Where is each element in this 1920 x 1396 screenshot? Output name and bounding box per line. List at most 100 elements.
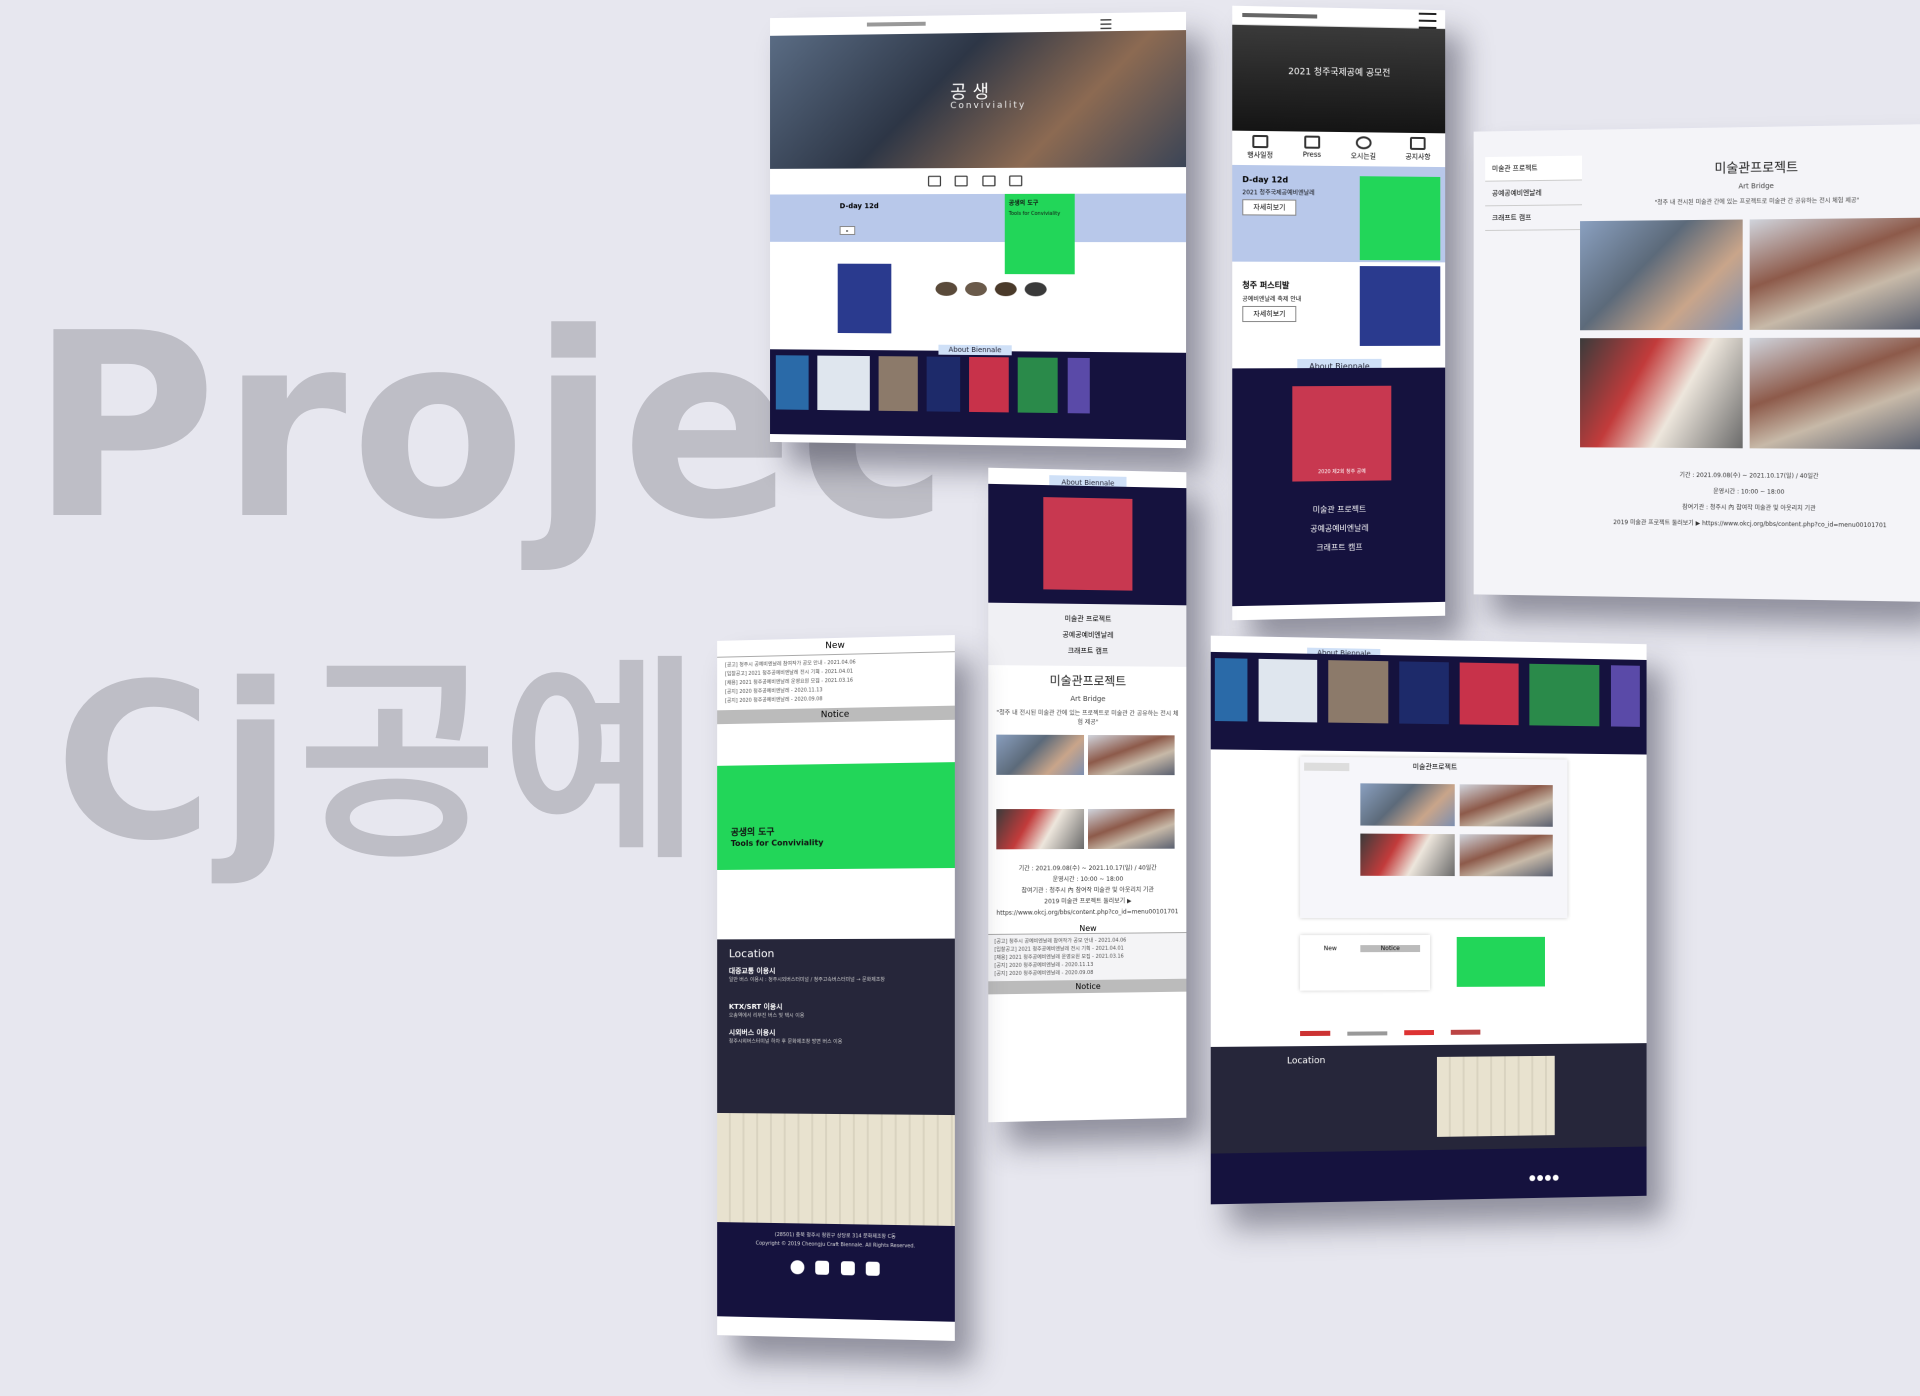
desktop-detail-photo xyxy=(1459,834,1553,877)
desktop-detail-photo xyxy=(1360,783,1455,827)
linkedin-icon[interactable] xyxy=(865,1261,880,1276)
left-loc2-text: 오송역에서 리무진 버스 및 택시 이용 xyxy=(728,1012,805,1019)
detail-photo-4 xyxy=(1749,337,1920,450)
festival-thumb[interactable] xyxy=(935,281,958,296)
carousel-poster[interactable] xyxy=(1328,660,1389,724)
center-link-museum[interactable]: 미술관 프로젝트 xyxy=(988,613,1186,625)
festival-section xyxy=(770,242,1186,339)
center-photos xyxy=(988,734,1186,854)
mobile-link-craft[interactable]: 공예공예비엔날레 xyxy=(1232,521,1445,535)
list-item[interactable]: [공지] 2020 청주공예비엔날레 - 2020.09.08 xyxy=(994,968,1180,978)
carousel-poster[interactable] xyxy=(1610,665,1640,727)
desktop-location-map[interactable] xyxy=(1436,1055,1555,1137)
carousel-poster[interactable] xyxy=(817,355,870,411)
carousel-poster[interactable] xyxy=(775,355,809,410)
festival-poster xyxy=(837,263,892,334)
carousel-poster[interactable] xyxy=(878,356,918,412)
notice-icon xyxy=(1410,136,1426,150)
sidebar-item-camp[interactable]: 크래프트 캠프 xyxy=(1485,205,1582,231)
desktop-detail-photo xyxy=(1459,784,1553,827)
mobile-nav-press[interactable]: Press xyxy=(1302,135,1322,166)
carousel-poster[interactable] xyxy=(1460,662,1519,726)
sidebar-item-craft[interactable]: 공예공예비엔날레 xyxy=(1485,180,1582,207)
youtube-icon[interactable] xyxy=(815,1260,830,1275)
facebook-icon[interactable] xyxy=(790,1260,805,1275)
site-logo xyxy=(866,21,926,27)
carousel-poster[interactable] xyxy=(926,356,961,412)
center-info: 기간 : 2021.09.08(수) ~ 2021.10.17(일) / 40일… xyxy=(988,853,1186,919)
twitter-icon[interactable] xyxy=(1544,1174,1551,1181)
dday-button[interactable]: ▸ xyxy=(839,226,856,235)
desktop-conviviality-banner[interactable] xyxy=(1456,936,1545,987)
detail-info-link[interactable]: 2019 미술관 프로젝트 둘러보기 ▶ https://www.okcj.or… xyxy=(1580,515,1920,535)
desktop-detail-photo xyxy=(1360,833,1455,877)
mobile-link-museum[interactable]: 미술관 프로젝트 xyxy=(1232,503,1445,517)
mobile-poster-section: 2020 제2회 청주 공예 xyxy=(1232,367,1446,492)
hero-banner: 공생 Conviviality xyxy=(770,30,1187,169)
location-icon[interactable] xyxy=(981,175,995,187)
desktop-new-tab[interactable]: New xyxy=(1300,945,1360,952)
center-link-camp[interactable]: 크래프트 캠프 xyxy=(988,645,1186,657)
press-icon[interactable] xyxy=(955,175,969,187)
center-biennale-poster[interactable] xyxy=(1043,497,1133,591)
center-info-venue: 참여기관 : 청주시 內 참여작 미술관 및 아웃리치 기관 xyxy=(1021,886,1154,895)
left-poster-subtitle: Tools for Conviviality xyxy=(730,838,824,849)
notice-icon[interactable] xyxy=(1008,175,1022,187)
mobile-nav-label: 공지사항 xyxy=(1405,152,1431,161)
left-location-map[interactable] xyxy=(717,1112,955,1226)
left-loc2-title: KTX/SRT 이용시 xyxy=(728,1002,783,1011)
calendar-icon[interactable] xyxy=(928,175,942,187)
youtube-icon[interactable] xyxy=(1537,1174,1544,1182)
center-info-link[interactable]: 2019 미술관 프로젝트 둘러보기 ▶ https://www.okcj.or… xyxy=(996,895,1178,918)
mobile-nav-location[interactable]: 오시는길 xyxy=(1351,136,1376,166)
detail-photo-2 xyxy=(1749,217,1920,330)
carousel-poster[interactable] xyxy=(1018,357,1059,414)
festival-thumb[interactable] xyxy=(965,281,987,297)
calendar-icon xyxy=(1252,134,1269,149)
left-conviviality-banner[interactable]: 공생의 도구 Tools for Conviviality xyxy=(717,762,955,870)
facebook-icon[interactable] xyxy=(1529,1175,1536,1182)
desktop-notice-tab[interactable]: Notice xyxy=(1360,945,1421,953)
carousel-poster[interactable] xyxy=(1067,357,1090,414)
about-biennale-pill[interactable]: About Biennale xyxy=(938,344,1012,356)
mobile-biennale-poster[interactable]: 2020 제2회 청주 공예 xyxy=(1292,385,1392,482)
mobile-conviviality-poster xyxy=(1359,176,1441,261)
center-mobile-panel: About Biennale 미술관 프로젝트 공예공예비엔날레 크래프트 캠프… xyxy=(988,467,1187,1123)
carousel-poster[interactable] xyxy=(969,356,1010,413)
mobile-nav-schedule[interactable]: 행사일정 xyxy=(1247,134,1273,165)
mobile-hero-title: 2021 청주국제공예 공모전 xyxy=(1288,67,1391,79)
detail-sidebar: 미술관 프로젝트 공예공예비엔날레 크래프트 캠프 xyxy=(1485,155,1582,231)
center-link-craft[interactable]: 공예공예비엔날레 xyxy=(988,629,1186,641)
mobile-dday-button[interactable]: 자세히보기 xyxy=(1242,199,1297,216)
mobile-nav-label: Press xyxy=(1302,150,1322,159)
carousel-poster[interactable] xyxy=(1214,658,1248,722)
menu-icon[interactable] xyxy=(1100,19,1112,30)
festival-thumb[interactable] xyxy=(995,282,1017,297)
mobile-poster-caption: 2020 제2회 청주 공예 xyxy=(1318,468,1366,476)
center-photo-1 xyxy=(996,734,1085,775)
poster-title: 공생의 도구 xyxy=(1008,199,1039,207)
press-icon xyxy=(1303,135,1320,149)
sidebar-item-museum[interactable]: 미술관 프로젝트 xyxy=(1485,155,1582,182)
left-location-section: Location 대중교통 이용시 일반 버스 이용시 : 청주시외버스터미널 … xyxy=(717,938,955,1116)
twitter-icon[interactable] xyxy=(840,1261,855,1276)
festival-thumb[interactable] xyxy=(1024,282,1047,297)
mobile-promo-button[interactable]: 자세히보기 xyxy=(1242,305,1297,323)
carousel-poster[interactable] xyxy=(1529,663,1600,727)
mobile-page-panel: 2021 청주국제공예 공모전 행사일정 Press 오시는길 공지사항 D-d… xyxy=(1232,5,1446,621)
sponsor-logo xyxy=(1347,1031,1388,1036)
mobile-link-camp[interactable]: 크래프트 캠프 xyxy=(1232,540,1445,555)
linkedin-icon[interactable] xyxy=(1552,1174,1559,1181)
carousel-poster[interactable] xyxy=(1258,658,1318,723)
desktop-poster-carousel xyxy=(1210,651,1647,755)
detail-subtitle: Art Bridge xyxy=(1738,181,1774,191)
mobile-hero: 2021 청주국제공예 공모전 xyxy=(1232,24,1446,134)
mobile-nav-notice[interactable]: 공지사항 xyxy=(1405,136,1431,167)
center-poster-section xyxy=(988,483,1187,606)
carousel-poster[interactable] xyxy=(1399,661,1450,725)
center-links: 미술관 프로젝트 공예공예비엔날레 크래프트 캠프 xyxy=(988,602,1187,667)
desktop-news-card: New Notice xyxy=(1300,935,1431,991)
mobile-menu-icon[interactable] xyxy=(1418,12,1437,29)
center-notice-label[interactable]: Notice xyxy=(988,978,1187,995)
center-photo-3 xyxy=(996,809,1085,850)
